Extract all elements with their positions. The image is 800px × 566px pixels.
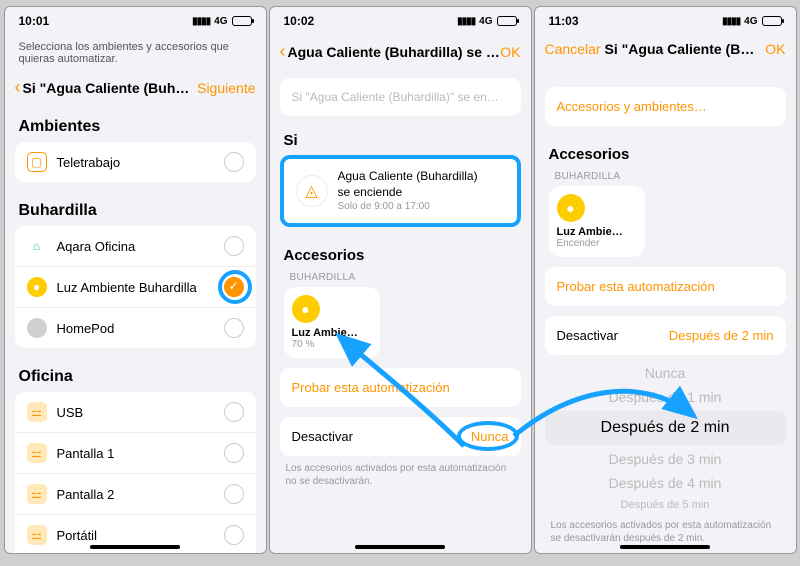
accessories-scenes-link[interactable]: Accesorios y ambientes… bbox=[545, 87, 786, 126]
nav-bar: ‹ Agua Caliente (Buhardilla) se enc… OK bbox=[270, 35, 531, 72]
trigger-card[interactable]: ◬ Agua Caliente (Buhardilla) se enciende… bbox=[280, 155, 521, 227]
cancel-button[interactable]: Cancelar bbox=[545, 41, 601, 57]
radio-checked[interactable] bbox=[224, 277, 244, 297]
signal-icon: ▮▮▮▮ bbox=[192, 16, 210, 27]
test-automation-button[interactable]: Probar esta automatización bbox=[280, 368, 521, 407]
plug-icon: ⚍ bbox=[27, 443, 47, 463]
trigger-icon: ◬ bbox=[296, 175, 328, 207]
picker-option[interactable]: Nunca bbox=[545, 361, 786, 385]
trigger-line2: se enciende bbox=[338, 185, 478, 201]
ok-button[interactable]: OK bbox=[765, 41, 785, 57]
test-automation-button[interactable]: Probar esta automatización bbox=[545, 267, 786, 306]
picker-selected[interactable]: Después de 2 min bbox=[545, 411, 786, 445]
accessory-usb[interactable]: ⚍USB bbox=[15, 392, 256, 433]
status-bar: 10:01 ▮▮▮▮ 4G bbox=[5, 7, 266, 35]
footnote: Los accesorios activados por esta automa… bbox=[270, 462, 531, 496]
section-buhardilla: Buhardilla bbox=[5, 192, 266, 226]
plug-icon: ⚍ bbox=[27, 525, 47, 545]
accessory-pantalla1[interactable]: ⚍Pantalla 1 bbox=[15, 433, 256, 474]
ok-button[interactable]: OK bbox=[500, 44, 520, 60]
clock: 10:02 bbox=[284, 14, 315, 28]
group-label: BUHARDILLA bbox=[535, 169, 796, 186]
status-bar: 10:02 ▮▮▮▮ 4G bbox=[270, 7, 531, 35]
hub-icon: ⌂ bbox=[27, 236, 47, 256]
home-indicator[interactable] bbox=[90, 545, 180, 549]
section-accesorios: Accesorios bbox=[270, 237, 531, 270]
instructions-text: Selecciona los ambientes y accesorios qu… bbox=[5, 35, 266, 71]
picker-option[interactable]: Después de 4 min bbox=[545, 471, 786, 495]
screen-1: 10:01 ▮▮▮▮ 4G Selecciona los ambientes y… bbox=[4, 6, 267, 554]
plug-icon: ⚍ bbox=[27, 402, 47, 422]
trigger-line1: Agua Caliente (Buhardilla) bbox=[338, 169, 478, 185]
plug-icon: ⚍ bbox=[27, 484, 47, 504]
next-button[interactable]: Siguiente bbox=[197, 80, 255, 96]
back-icon[interactable]: ‹ bbox=[280, 41, 286, 62]
bulb-icon: ● bbox=[27, 277, 47, 297]
nav-title: Agua Caliente (Buhardilla) se enc… bbox=[288, 44, 501, 60]
deactivate-value: Después de 2 min bbox=[669, 328, 774, 343]
automation-name-field[interactable]: Si "Agua Caliente (Buhardilla)" se en… bbox=[280, 78, 521, 116]
signal-icon: ▮▮▮▮ bbox=[457, 16, 475, 27]
back-icon[interactable]: ‹ bbox=[15, 77, 21, 98]
nav-title: Si "Agua Caliente (Buhardill… bbox=[23, 80, 198, 96]
accessory-aqara[interactable]: ⌂ Aqara Oficina bbox=[15, 226, 256, 267]
tile-sub: Encender bbox=[557, 238, 637, 249]
nav-title: Si "Agua Caliente (Buhardill… bbox=[601, 41, 766, 57]
deactivate-label: Desactivar bbox=[292, 429, 353, 444]
duration-picker[interactable]: Nunca Después de 1 min Después de 2 min … bbox=[545, 361, 786, 515]
battery-icon bbox=[232, 16, 252, 26]
home-indicator[interactable] bbox=[355, 545, 445, 549]
deactivate-row[interactable]: Desactivar Después de 2 min bbox=[545, 316, 786, 355]
screens-container: 10:01 ▮▮▮▮ 4G Selecciona los ambientes y… bbox=[4, 6, 797, 554]
accessory-tile-luz[interactable]: ● Luz Ambie… 70 % bbox=[284, 287, 380, 358]
tile-sub: 70 % bbox=[292, 339, 372, 350]
accessory-luz[interactable]: ● Luz Ambiente Buhardilla bbox=[15, 267, 256, 308]
section-si: Si bbox=[270, 122, 531, 155]
battery-icon bbox=[762, 16, 782, 26]
section-accesorios: Accesorios bbox=[535, 136, 796, 169]
homepod-icon bbox=[27, 318, 47, 338]
group-ambientes: ▢ Teletrabajo bbox=[15, 142, 256, 182]
status-bar: 11:03 ▮▮▮▮ 4G bbox=[535, 7, 796, 35]
home-indicator[interactable] bbox=[620, 545, 710, 549]
radio-unchecked[interactable] bbox=[224, 152, 244, 172]
screen-3: 11:03 ▮▮▮▮ 4G Cancelar Si "Agua Caliente… bbox=[534, 6, 797, 554]
signal-icon: ▮▮▮▮ bbox=[722, 16, 740, 27]
nav-bar: Cancelar Si "Agua Caliente (Buhardill… O… bbox=[535, 35, 796, 67]
clock: 10:01 bbox=[19, 14, 50, 28]
network-label: 4G bbox=[479, 16, 492, 27]
group-buhardilla: ⌂ Aqara Oficina ● Luz Ambiente Buhardill… bbox=[15, 226, 256, 348]
network-label: 4G bbox=[214, 16, 227, 27]
clock: 11:03 bbox=[549, 14, 579, 28]
tile-name: Luz Ambie… bbox=[292, 327, 372, 339]
accessory-homepod[interactable]: HomePod bbox=[15, 308, 256, 348]
deactivate-value: Nunca bbox=[471, 429, 509, 444]
picker-option[interactable]: Después de 1 min bbox=[545, 385, 786, 409]
picker-option[interactable]: Después de 3 min bbox=[545, 447, 786, 471]
section-oficina: Oficina bbox=[5, 358, 266, 392]
group-label: BUHARDILLA bbox=[270, 270, 531, 287]
group-oficina: ⚍USB ⚍Pantalla 1 ⚍Pantalla 2 ⚍Portátil ⚍… bbox=[15, 392, 256, 554]
battery-icon bbox=[497, 16, 517, 26]
radio-unchecked[interactable] bbox=[224, 236, 244, 256]
bulb-icon: ● bbox=[292, 295, 320, 323]
network-label: 4G bbox=[744, 16, 757, 27]
accessory-pantalla2[interactable]: ⚍Pantalla 2 bbox=[15, 474, 256, 515]
tile-name: Luz Ambie… bbox=[557, 226, 637, 238]
accessory-tile-luz[interactable]: ● Luz Ambie… Encender bbox=[549, 186, 645, 257]
trigger-sub: Solo de 9:00 a 17:00 bbox=[338, 200, 478, 213]
deactivate-row[interactable]: Desactivar Nunca bbox=[280, 417, 521, 456]
radio-unchecked[interactable] bbox=[224, 318, 244, 338]
deactivate-label: Desactivar bbox=[557, 328, 618, 343]
section-ambientes: Ambientes bbox=[5, 108, 266, 142]
nav-bar: ‹ Si "Agua Caliente (Buhardill… Siguient… bbox=[5, 71, 266, 108]
room-teletrabajo[interactable]: ▢ Teletrabajo bbox=[15, 142, 256, 182]
monitor-icon: ▢ bbox=[27, 152, 47, 172]
picker-option[interactable]: Después de 5 min bbox=[545, 495, 786, 515]
screen-2: 10:02 ▮▮▮▮ 4G ‹ Agua Caliente (Buhardill… bbox=[269, 6, 532, 554]
bulb-icon: ● bbox=[557, 194, 585, 222]
